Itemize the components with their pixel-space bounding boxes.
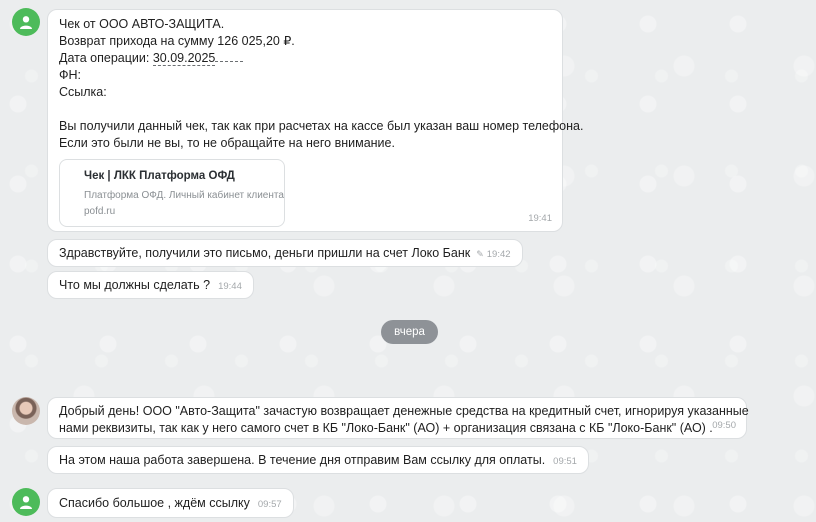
user-avatar[interactable]: [12, 488, 40, 516]
message-time: 19:42: [486, 249, 511, 260]
date-separator: вчера: [381, 320, 438, 344]
message-3[interactable]: Что мы должны сделать ? 19:44: [47, 271, 254, 299]
link-preview-card[interactable]: Чек | ЛКК Платформа ОФД Платформа ОФД. Л…: [59, 159, 285, 227]
message-time: 09:50: [712, 420, 736, 431]
message-text: Что мы должны сделать ?: [59, 278, 211, 292]
message-4[interactable]: Добрый день! ООО "Авто-Защита" зачастую …: [47, 397, 749, 439]
message-6[interactable]: Спасибо большое , ждём ссылку 09:57: [47, 488, 294, 518]
message-time: 19:41: [528, 213, 552, 224]
receipt-body-2: Если это были не вы, то не обращайте на …: [59, 136, 395, 150]
receipt-message[interactable]: Чек от ООО АВТО-ЗАЩИТА. Возврат прихода …: [47, 9, 584, 232]
receipt-line-2: Возврат прихода на сумму 126 025,20 ₽.: [59, 34, 295, 48]
message-text-line-2: нами реквизиты, так как у него самого сч…: [59, 421, 713, 435]
message-5[interactable]: На этом наша работа завершена. В течение…: [47, 446, 589, 474]
fn-redaction: [84, 69, 355, 82]
user-icon: [20, 496, 32, 509]
receipt-fn-row: ФН:: [59, 67, 551, 84]
operator-avatar[interactable]: [12, 397, 40, 425]
receipt-date-label: Дата операции:: [59, 51, 153, 65]
message-time: 09:51: [553, 456, 577, 467]
message-text-line-1: Добрый день! ООО "Авто-Защита" зачастую …: [59, 404, 749, 418]
message-text: На этом наша работа завершена. В течение…: [59, 453, 546, 467]
user-avatar[interactable]: [12, 8, 40, 36]
receipt-fn-label: ФН:: [59, 68, 82, 82]
receipt-date-extra: [215, 61, 244, 62]
message-text: Спасибо большое , ждём ссылку: [59, 496, 250, 510]
message-time: 19:44: [218, 281, 242, 292]
pencil-icon: ✎: [476, 249, 484, 259]
user-icon: [20, 16, 32, 29]
link-preview-title: Чек | ЛКК Платформа ОФД: [84, 170, 235, 182]
receipt-date-value[interactable]: 30.09.2025: [152, 51, 216, 66]
receipt-date-row: Дата операции: 30.09.2025: [59, 50, 551, 67]
message-text: Здравствуйте, получили это письмо, деньг…: [59, 246, 471, 260]
receipt-body-1: Вы получили данный чек, так как при расч…: [59, 119, 584, 133]
receipt-link-row: Ссылка:: [59, 84, 551, 101]
link-redaction: [110, 86, 331, 99]
receipt-line-1: Чек от ООО АВТО-ЗАЩИТА.: [59, 17, 225, 31]
message-time: 09:57: [257, 499, 282, 510]
link-preview-description: Платформа ОФД. Личный кабинет клиента: [84, 190, 284, 201]
message-2[interactable]: Здравствуйте, получили это письмо, деньг…: [47, 239, 523, 267]
receipt-link-label: Ссылка:: [59, 85, 107, 99]
link-preview-domain: pofd.ru: [84, 206, 116, 217]
